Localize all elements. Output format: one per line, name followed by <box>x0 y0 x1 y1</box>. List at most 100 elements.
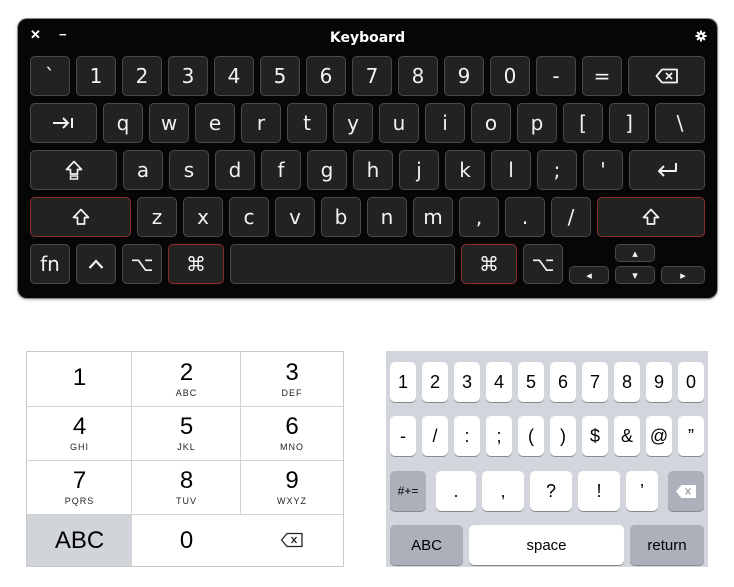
key-return[interactable] <box>629 150 705 190</box>
key-period[interactable]: . <box>505 197 545 237</box>
key-quote[interactable]: ' <box>583 150 623 190</box>
key-delete[interactable] <box>628 56 705 96</box>
key-caps-lock[interactable] <box>30 150 117 190</box>
ios-key-abc[interactable]: ABC <box>390 525 463 565</box>
key-j[interactable]: j <box>399 150 439 190</box>
ios-key-question[interactable]: ? <box>530 471 572 511</box>
pad-key-9[interactable]: 9 WXYZ <box>241 460 343 514</box>
ios-key-5[interactable]: 5 <box>518 362 544 402</box>
key-backslash[interactable]: \ <box>655 103 705 143</box>
ios-key-symbols[interactable]: #+= <box>390 471 426 511</box>
key-q[interactable]: q <box>103 103 143 143</box>
key-right-command[interactable]: ⌘ <box>461 244 517 284</box>
key-b[interactable]: b <box>321 197 361 237</box>
pad-key-0[interactable]: 0 <box>132 514 241 566</box>
ios-key-6[interactable]: 6 <box>550 362 576 402</box>
ios-key-0[interactable]: 0 <box>678 362 704 402</box>
key-left-option[interactable]: ⌥ <box>122 244 162 284</box>
key-z[interactable]: z <box>137 197 177 237</box>
key-6[interactable]: 6 <box>306 56 346 96</box>
ios-key-right-paren[interactable]: ) <box>550 416 576 456</box>
ios-key-ampersand[interactable]: & <box>614 416 640 456</box>
key-5[interactable]: 5 <box>260 56 300 96</box>
pad-key-7[interactable]: 7 PQRS <box>27 460 132 514</box>
key-0[interactable]: 0 <box>490 56 530 96</box>
key-arrow-up[interactable]: ▴ <box>615 244 655 262</box>
ios-key-8[interactable]: 8 <box>614 362 640 402</box>
pad-key-3[interactable]: 3 DEF <box>241 352 343 406</box>
ios-key-7[interactable]: 7 <box>582 362 608 402</box>
key-o[interactable]: o <box>471 103 511 143</box>
ios-key-at[interactable]: @ <box>646 416 672 456</box>
key-n[interactable]: n <box>367 197 407 237</box>
ios-key-space[interactable]: space <box>469 525 624 565</box>
ios-key-semicolon[interactable]: ; <box>486 416 512 456</box>
key-left-bracket[interactable]: [ <box>563 103 603 143</box>
key-right-shift[interactable] <box>597 197 705 237</box>
ios-key-3[interactable]: 3 <box>454 362 480 402</box>
ios-key-1[interactable]: 1 <box>390 362 416 402</box>
ios-key-9[interactable]: 9 <box>646 362 672 402</box>
key-e[interactable]: e <box>195 103 235 143</box>
ios-key-quote[interactable]: ” <box>678 416 704 456</box>
key-tab[interactable] <box>30 103 97 143</box>
key-i[interactable]: i <box>425 103 465 143</box>
key-u[interactable]: u <box>379 103 419 143</box>
key-fn[interactable]: fn <box>30 244 70 284</box>
key-comma[interactable]: , <box>459 197 499 237</box>
key-t[interactable]: t <box>287 103 327 143</box>
key-3[interactable]: 3 <box>168 56 208 96</box>
key-right-option[interactable]: ⌥ <box>523 244 563 284</box>
ios-key-comma[interactable]: , <box>482 471 524 511</box>
key-h[interactable]: h <box>353 150 393 190</box>
key-s[interactable]: s <box>169 150 209 190</box>
pad-key-4[interactable]: 4 GHI <box>27 406 132 460</box>
key-c[interactable]: c <box>229 197 269 237</box>
ios-key-dollar[interactable]: $ <box>582 416 608 456</box>
key-minus[interactable]: - <box>536 56 576 96</box>
key-arrow-right[interactable]: ▸ <box>661 266 705 284</box>
key-arrow-down[interactable]: ▾ <box>615 266 655 284</box>
key-p[interactable]: p <box>517 103 557 143</box>
gear-icon[interactable] <box>695 30 707 42</box>
pad-key-delete[interactable] <box>241 514 343 566</box>
key-backtick[interactable]: ` <box>30 56 70 96</box>
pad-key-abc[interactable]: ABC <box>27 514 132 566</box>
ios-key-left-paren[interactable]: ( <box>518 416 544 456</box>
key-semicolon[interactable]: ; <box>537 150 577 190</box>
pad-key-6[interactable]: 6 MNO <box>241 406 343 460</box>
key-f[interactable]: f <box>261 150 301 190</box>
ios-key-colon[interactable]: : <box>454 416 480 456</box>
ios-key-period[interactable]: . <box>436 471 476 511</box>
key-m[interactable]: m <box>413 197 453 237</box>
key-a[interactable]: a <box>123 150 163 190</box>
key-equals[interactable]: = <box>582 56 622 96</box>
key-2[interactable]: 2 <box>122 56 162 96</box>
ios-key-return[interactable]: return <box>630 525 704 565</box>
key-control[interactable] <box>76 244 116 284</box>
key-l[interactable]: l <box>491 150 531 190</box>
key-right-bracket[interactable]: ] <box>609 103 649 143</box>
key-y[interactable]: y <box>333 103 373 143</box>
key-4[interactable]: 4 <box>214 56 254 96</box>
ios-key-exclaim[interactable]: ! <box>578 471 620 511</box>
key-slash[interactable]: / <box>551 197 591 237</box>
key-w[interactable]: w <box>149 103 189 143</box>
key-arrow-left[interactable]: ◂ <box>569 266 609 284</box>
ios-key-4[interactable]: 4 <box>486 362 512 402</box>
ios-key-minus[interactable]: - <box>390 416 416 456</box>
pad-key-8[interactable]: 8 TUV <box>132 460 241 514</box>
key-7[interactable]: 7 <box>352 56 392 96</box>
key-r[interactable]: r <box>241 103 281 143</box>
ios-key-apostrophe[interactable]: ’ <box>626 471 658 511</box>
key-left-command[interactable]: ⌘ <box>168 244 224 284</box>
key-1[interactable]: 1 <box>76 56 116 96</box>
key-x[interactable]: x <box>183 197 223 237</box>
ios-key-2[interactable]: 2 <box>422 362 448 402</box>
pad-key-5[interactable]: 5 JKL <box>132 406 241 460</box>
key-space[interactable] <box>230 244 455 284</box>
key-8[interactable]: 8 <box>398 56 438 96</box>
key-d[interactable]: d <box>215 150 255 190</box>
key-left-shift[interactable] <box>30 197 131 237</box>
key-k[interactable]: k <box>445 150 485 190</box>
